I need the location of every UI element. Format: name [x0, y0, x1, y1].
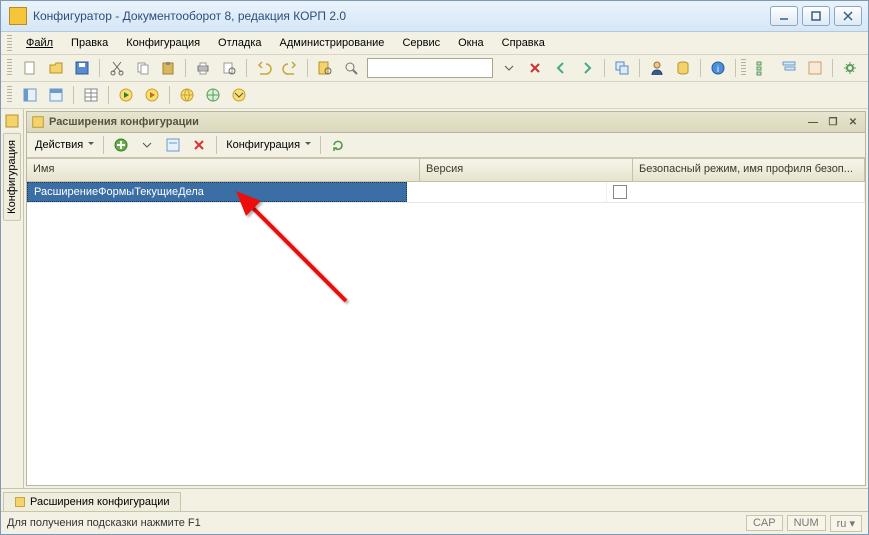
child-window: Расширения конфигурации — ❐ ✕ Действия К…: [26, 111, 866, 486]
cell-safe[interactable]: [607, 182, 865, 202]
help-icon[interactable]: i: [706, 56, 730, 80]
col-safe[interactable]: Безопасный режим, имя профиля безоп...: [633, 159, 865, 181]
minimize-button[interactable]: [770, 6, 798, 26]
safe-checkbox[interactable]: [613, 185, 627, 199]
find-icon[interactable]: [313, 56, 337, 80]
tree3-icon[interactable]: [803, 56, 827, 80]
run-icon[interactable]: [114, 83, 138, 107]
svg-text:i: i: [717, 64, 719, 74]
config-menu[interactable]: Конфигурация: [222, 137, 315, 153]
menubar: Файл Правка Конфигурация Отладка Админис…: [1, 32, 868, 55]
panel1-icon[interactable]: [18, 83, 42, 107]
gear-icon[interactable]: [838, 56, 862, 80]
tree2-icon[interactable]: [777, 56, 801, 80]
main-window: Конфигуратор - Документооборот 8, редакц…: [0, 0, 869, 535]
menubar-grip[interactable]: [7, 35, 12, 51]
search-dropdown-icon[interactable]: [497, 56, 521, 80]
add-dropdown-icon[interactable]: [135, 133, 159, 157]
user-icon[interactable]: [645, 56, 669, 80]
col-version[interactable]: Версия: [420, 159, 633, 181]
side-tab-config[interactable]: Конфигурация: [3, 133, 21, 221]
toolbar-1b-grip[interactable]: [741, 59, 746, 77]
save-icon[interactable]: [70, 56, 94, 80]
child-icon: [31, 115, 45, 129]
app-logo-icon: [9, 7, 27, 25]
body-area: Конфигурация Расширения конфигурации — ❐…: [1, 109, 868, 488]
menu-service[interactable]: Сервис: [394, 35, 448, 51]
grid-header: Имя Версия Безопасный режим, имя профиля…: [27, 159, 865, 182]
grid: Имя Версия Безопасный режим, имя профиля…: [27, 158, 865, 485]
undo-icon[interactable]: [252, 56, 276, 80]
main-pane: Расширения конфигурации — ❐ ✕ Действия К…: [24, 109, 868, 488]
globe3-icon[interactable]: [227, 83, 251, 107]
menu-help[interactable]: Справка: [494, 35, 553, 51]
grid-body[interactable]: РасширениеФормыТекущиеДела: [27, 182, 865, 485]
search-input[interactable]: [367, 58, 493, 78]
child-close-button[interactable]: ✕: [845, 115, 861, 129]
table-row[interactable]: РасширениеФормыТекущиеДела: [27, 182, 865, 203]
child-titlebar: Расширения конфигурации — ❐ ✕: [27, 112, 865, 133]
child-toolbar: Действия Конфигурация: [27, 133, 865, 158]
child-minimize-button[interactable]: —: [805, 115, 821, 129]
edit-button[interactable]: [161, 133, 185, 157]
paste-icon[interactable]: [157, 56, 181, 80]
child-restore-button[interactable]: ❐: [825, 115, 841, 129]
status-bar: Для получения подсказки нажмите F1 CAP N…: [1, 511, 868, 534]
side-config-icon: [4, 113, 20, 129]
nav-fwd-icon[interactable]: [575, 56, 599, 80]
panel2-icon[interactable]: [44, 83, 68, 107]
globe2-icon[interactable]: [201, 83, 225, 107]
bottom-tabs: Расширения конфигурации: [1, 488, 868, 511]
toolbar-1-grip[interactable]: [7, 59, 12, 77]
globe1-icon[interactable]: [175, 83, 199, 107]
bottom-tab-icon: [14, 496, 26, 508]
status-hint: Для получения подсказки нажмите F1: [7, 517, 201, 529]
add-button[interactable]: [109, 133, 133, 157]
actions-menu[interactable]: Действия: [31, 137, 98, 153]
new-icon[interactable]: [18, 56, 42, 80]
status-lang[interactable]: ru ▾: [830, 515, 862, 532]
col-name[interactable]: Имя: [27, 159, 420, 181]
nav-back-icon[interactable]: [549, 56, 573, 80]
refresh-button[interactable]: [326, 133, 350, 157]
side-panel: Конфигурация: [1, 109, 24, 488]
child-title-text: Расширения конфигурации: [49, 116, 199, 128]
titlebar: Конфигуратор - Документооборот 8, редакц…: [1, 1, 868, 32]
tree-icon[interactable]: [752, 56, 776, 80]
table-icon[interactable]: [79, 83, 103, 107]
menu-config[interactable]: Конфигурация: [118, 35, 208, 51]
copy-icon[interactable]: [131, 56, 155, 80]
toolbar-2-grip[interactable]: [7, 86, 12, 104]
db-icon[interactable]: [671, 56, 695, 80]
redo-icon[interactable]: [278, 56, 302, 80]
menu-windows[interactable]: Окна: [450, 35, 492, 51]
print-icon[interactable]: [191, 56, 215, 80]
cell-version[interactable]: [407, 182, 607, 202]
windows-icon[interactable]: [610, 56, 634, 80]
status-cap: CAP: [746, 515, 783, 531]
toolbar-1: i: [1, 55, 868, 82]
close-button[interactable]: [834, 6, 862, 26]
cut-icon[interactable]: [105, 56, 129, 80]
window-controls: [770, 6, 862, 26]
cell-name[interactable]: РасширениеФормыТекущиеДела: [27, 182, 407, 202]
open-icon[interactable]: [44, 56, 68, 80]
maximize-button[interactable]: [802, 6, 830, 26]
menu-edit[interactable]: Правка: [63, 35, 116, 51]
status-num: NUM: [787, 515, 826, 531]
bottom-tab-extensions[interactable]: Расширения конфигурации: [3, 492, 181, 511]
delete-button[interactable]: [187, 133, 211, 157]
print-preview-icon[interactable]: [217, 56, 241, 80]
toolbar-2: [1, 82, 868, 109]
run2-icon[interactable]: [140, 83, 164, 107]
clear-search-icon[interactable]: [523, 56, 547, 80]
menu-debug[interactable]: Отладка: [210, 35, 269, 51]
zoom-icon[interactable]: [339, 56, 363, 80]
window-title: Конфигуратор - Документооборот 8, редакц…: [33, 9, 770, 23]
menu-file[interactable]: Файл: [18, 35, 61, 51]
bottom-tab-label: Расширения конфигурации: [30, 496, 170, 508]
menu-admin[interactable]: Администрирование: [272, 35, 393, 51]
